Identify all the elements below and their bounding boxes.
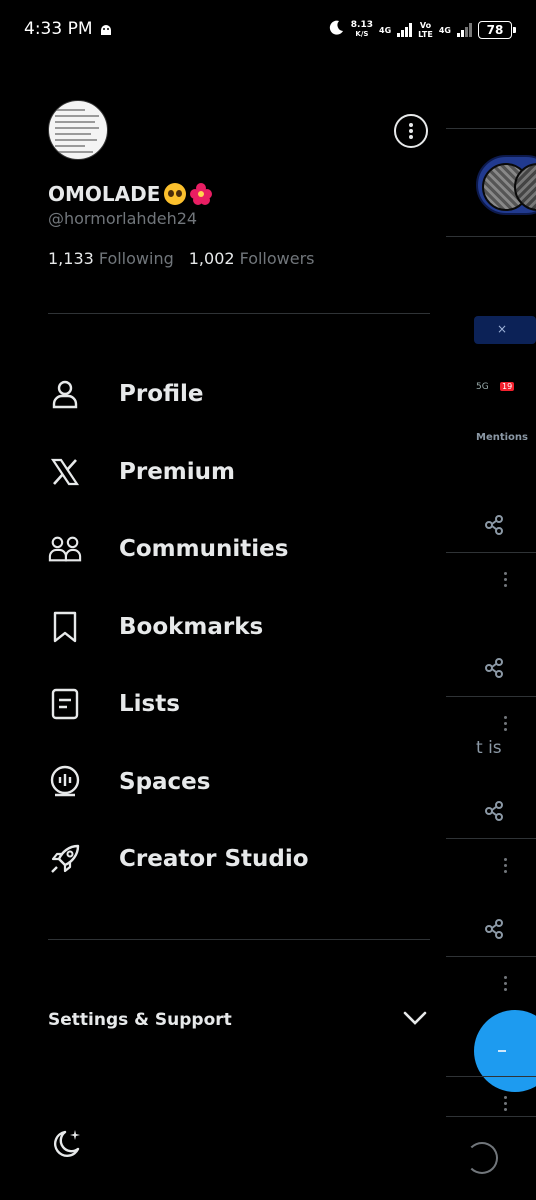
mentions-text: Mentions [476,432,529,443]
followers-count[interactable]: 1,002 [189,249,235,268]
signal-icon-2 [457,23,472,37]
loading-spinner [466,1142,498,1174]
feed-partial-text: t is [476,738,502,758]
menu-item-lists[interactable]: Lists [48,676,430,732]
chevron-down-icon [403,1011,427,1025]
menu-item-communities[interactable]: Communities [48,521,430,577]
more-dots-icon [502,1096,508,1114]
menu-item-profile[interactable]: Profile [48,366,430,422]
feed-divider [446,696,536,697]
menu-item-spaces[interactable]: Spaces [48,754,430,810]
feed-divider [446,128,536,129]
feed-divider [446,1116,536,1117]
display-name-row[interactable]: OMOLADE [48,182,213,206]
network-speed: 8.13 K/S [350,20,374,39]
following-label[interactable]: Following [99,249,174,268]
volte-indicator: Vo LTE [418,21,433,39]
menu-item-label: Profile [119,381,204,407]
more-dots-icon [502,976,508,994]
feed-divider [446,1076,536,1077]
share-icon [485,919,503,939]
background-feed[interactable]: × 5G 19 Mentions t is [446,60,536,1200]
share-icon [485,515,503,535]
close-icon: × [497,322,508,336]
feed-thumb-text: 5G [476,382,489,392]
network-type-2: 4G [438,25,451,35]
avatar[interactable] [48,100,108,160]
status-bar: 4:33 PM 8.13 K/S 4G Vo LTE 4G 78 [0,0,536,60]
following-count[interactable]: 1,133 [48,249,94,268]
menu-item-label: Lists [119,691,180,717]
list-icon [48,687,82,721]
hibiscus-emoji [190,183,213,205]
menu-item-label: Communities [119,536,289,562]
moon-icon [327,19,345,41]
menu-item-label: Creator Studio [119,846,309,872]
settings-support-toggle[interactable]: Settings & Support [48,998,430,1042]
signal-icon [397,23,413,37]
theme-toggle-button[interactable] [48,1126,84,1162]
navigation-drawer: OMOLADE @hormorlahdeh24 1,133 Following … [0,60,446,1200]
followers-label[interactable]: Followers [240,249,315,268]
spaces-icon [48,765,82,799]
menu-item-bookmarks[interactable]: Bookmarks [48,599,430,655]
more-dots-icon [502,858,508,876]
more-dots-icon [502,716,508,734]
more-options-button[interactable] [394,114,428,148]
menu-item-label: Premium [119,459,235,485]
menu-item-label: Bookmarks [119,614,264,640]
more-dots-icon [502,572,508,590]
person-icon [48,377,82,411]
share-icon [485,801,503,821]
feed-divider [446,838,536,839]
feed-divider [446,236,536,237]
divider [48,939,430,940]
pleading-face-emoji [164,183,187,205]
menu-item-premium[interactable]: Premium [48,444,430,500]
divider [48,313,430,314]
feed-image [476,155,536,215]
compose-fab[interactable] [474,1010,536,1092]
status-icons: 8.13 K/S 4G Vo LTE 4G 78 [327,18,516,42]
follow-stats: 1,133 Following 1,002 Followers [48,249,315,268]
rocket-icon [48,842,82,876]
feed-divider [446,552,536,553]
feed-thumb-badge: 19 [500,382,515,391]
user-handle: @hormorlahdeh24 [48,209,198,228]
status-time: 4:33 PM [24,19,93,39]
android-icon [99,22,113,41]
feed-divider [446,956,536,957]
communities-icon [48,532,82,566]
moon-sparkle-icon [54,1130,80,1157]
menu-item-label: Spaces [119,769,211,795]
bookmark-icon [48,610,82,644]
settings-support-label: Settings & Support [48,1010,232,1030]
battery-icon: 78 [478,21,516,39]
network-type-1: 4G [379,25,392,35]
menu-item-creator-studio[interactable]: Creator Studio [48,831,430,887]
display-name: OMOLADE [48,182,161,206]
x-logo-icon [48,455,82,489]
share-icon [485,658,503,678]
